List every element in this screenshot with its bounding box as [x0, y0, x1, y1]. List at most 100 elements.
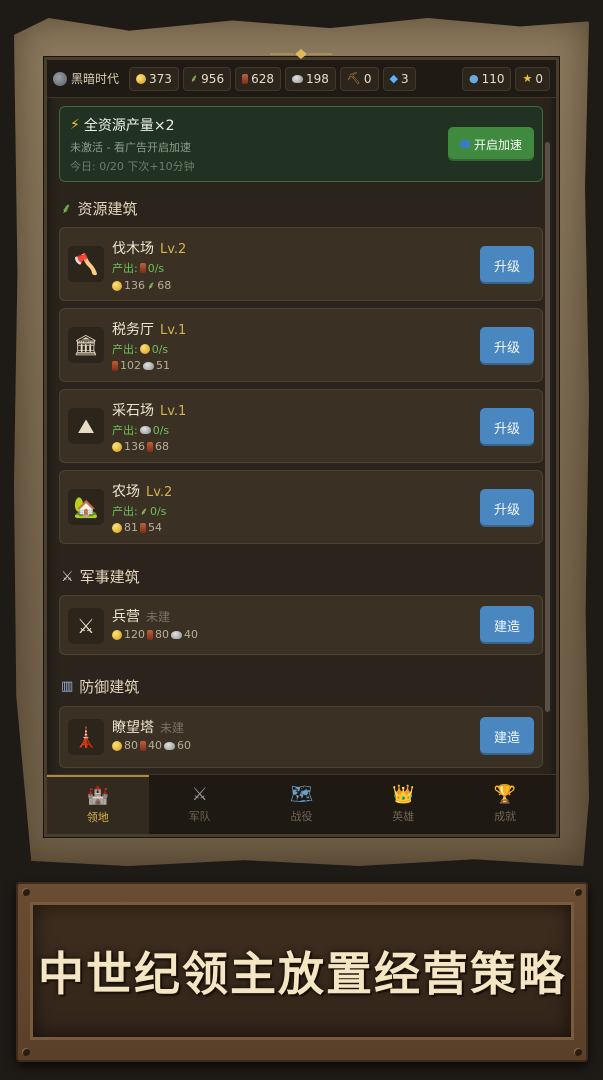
population-value: 110	[481, 71, 505, 86]
stone-icon	[143, 361, 154, 370]
upgrade-button[interactable]: 升级	[480, 246, 534, 284]
start-boost-button[interactable]: 开启加速	[448, 127, 534, 161]
building-level: Lv.2	[160, 242, 187, 257]
cost-gold: 80	[124, 739, 138, 752]
output-value: 0/s	[151, 342, 169, 356]
section-resource: ⸙ 资源建筑	[61, 198, 138, 219]
section-resource-title: 资源建筑	[77, 200, 138, 218]
building-card-barracks: ⚔ 兵营 未建 120 80 40 建造	[59, 595, 543, 655]
section-military: ⚔ 军事建筑	[61, 566, 140, 587]
wood-icon	[112, 360, 118, 371]
era-label: 黑暗时代	[71, 72, 120, 86]
crossed-swords-icon: ⚔	[191, 783, 208, 805]
tab-label: 军队	[188, 809, 211, 823]
building-level: Lv.1	[160, 323, 187, 338]
output-value: 0/s	[147, 261, 165, 275]
output-label: 产出:	[112, 343, 138, 356]
stone-icon	[139, 426, 151, 434]
tab-territory[interactable]: 🏰 领地	[47, 775, 149, 834]
building-card-quarry: ⛰ 采石场 Lv.1 产出: 0/s 136 68 升级	[59, 389, 543, 463]
bottom-tab-bar: 🏰 领地 ⚔ 军队 🗺 战役 👑 英雄 🏆 成就	[47, 774, 556, 834]
scrollbar[interactable]	[545, 142, 550, 712]
stars-counter: ★ 0	[515, 66, 550, 91]
building-name-row: 伐木场 Lv.2	[112, 238, 186, 258]
nail	[574, 1048, 582, 1056]
building-output: 产出: 0/s	[112, 341, 168, 357]
resource-bar: 黑暗时代 373 ⸙ 956 628 198 ⛏ 0 ◆ 3 ● 110 ★ 0	[47, 60, 556, 98]
section-defense-title: 防御建筑	[79, 678, 140, 696]
gold-icon	[112, 280, 122, 291]
boost-title: 全资源产量×2	[83, 118, 175, 134]
stone-icon	[291, 74, 303, 83]
output-value: 0/s	[149, 504, 167, 518]
mountain-icon: ⛰	[68, 408, 104, 444]
wood-icon	[147, 441, 153, 452]
gold-icon	[112, 441, 122, 452]
tv-icon	[459, 140, 470, 148]
trophy-icon: 🏆	[493, 783, 517, 805]
tab-label: 领地	[86, 810, 109, 824]
wood-value: 628	[251, 71, 274, 86]
tab-army[interactable]: ⚔ 军队	[149, 775, 251, 834]
output-label: 产出:	[112, 262, 138, 275]
building-name-row: 税务厅 Lv.1	[112, 319, 186, 339]
crossed-swords-icon: ⚔	[68, 608, 104, 644]
building-name: 采石场	[112, 403, 154, 419]
section-military-title: 军事建筑	[79, 568, 140, 586]
building-cost: 102 51	[112, 359, 170, 372]
gems-counter: ◆ 3	[382, 66, 416, 91]
build-button[interactable]: 建造	[480, 606, 534, 644]
building-card-lumber: 🪓 伐木场 Lv.2 产出: 0/s 136 ⸙ 68 升级	[59, 227, 543, 301]
building-card-tax: 🏛 税务厅 Lv.1 产出: 0/s 102 51 升级	[59, 308, 543, 382]
lightning-icon: ⚡	[70, 117, 80, 133]
cost-stone: 51	[156, 359, 170, 372]
frame-ornament	[270, 49, 332, 59]
bank-icon: 🏛	[68, 327, 104, 363]
gold-icon	[112, 629, 122, 640]
building-card-farm: 🏡 农场 Lv.2 产出: ⸙ 0/s 81 54 升级	[59, 470, 543, 544]
population-counter: ● 110	[461, 66, 512, 91]
gems-value: 3	[400, 71, 409, 86]
section-defense: ▥ 防御建筑	[61, 676, 139, 697]
cost-gold: 120	[124, 628, 145, 641]
upgrade-button[interactable]: 升级	[480, 408, 534, 446]
gold-icon	[139, 344, 150, 354]
tab-campaign[interactable]: 🗺 战役	[251, 775, 353, 834]
wood-counter: 628	[235, 66, 281, 91]
cost-gold: 136	[124, 440, 145, 453]
tab-achievements[interactable]: 🏆 成就	[454, 775, 556, 834]
output-label: 产出:	[112, 505, 138, 518]
tab-heroes[interactable]: 👑 英雄	[352, 775, 454, 834]
building-cost: 136 68	[112, 440, 169, 453]
building-output: 产出: ⸙ 0/s	[112, 503, 166, 519]
stone-counter: 198	[284, 66, 336, 91]
map-icon: 🗺	[290, 783, 313, 805]
star-icon: ★	[522, 72, 533, 85]
building-name-row: 瞭望塔 未建	[112, 717, 184, 737]
start-boost-label: 开启加速	[473, 137, 522, 152]
gold-value: 373	[149, 71, 172, 86]
nail	[22, 1048, 30, 1056]
wood-icon	[140, 740, 146, 751]
output-value: 0/s	[152, 423, 170, 437]
building-name-row: 采石场 Lv.1	[112, 400, 186, 420]
wheat-icon: ⸙	[147, 279, 156, 292]
banner-title: 中世纪领主放置经营策略	[38, 947, 566, 1001]
building-name: 伐木场	[112, 241, 154, 257]
era-indicator[interactable]: 黑暗时代	[53, 70, 119, 87]
building-cost: 136 ⸙ 68	[112, 278, 171, 293]
food-value: 956	[201, 71, 225, 86]
promo-banner: 中世纪领主放置经营策略	[16, 882, 588, 1062]
tab-label: 成就	[494, 809, 517, 823]
wheat-icon: ⸙	[189, 72, 199, 85]
castle-icon: 🏰	[86, 784, 110, 806]
nail	[574, 888, 582, 896]
building-list[interactable]: ⚡ 全资源产量×2 未激活 - 看广告开启加速 今日: 0/20 下次+10分钟…	[47, 98, 556, 774]
cost-wood: 102	[120, 359, 141, 372]
build-button[interactable]: 建造	[480, 717, 534, 755]
upgrade-button[interactable]: 升级	[480, 489, 534, 527]
upgrade-button[interactable]: 升级	[480, 327, 534, 365]
crossed-swords-icon: ⚔	[61, 568, 74, 585]
building-name: 税务厅	[112, 322, 154, 338]
cost-gold: 136	[124, 279, 145, 292]
